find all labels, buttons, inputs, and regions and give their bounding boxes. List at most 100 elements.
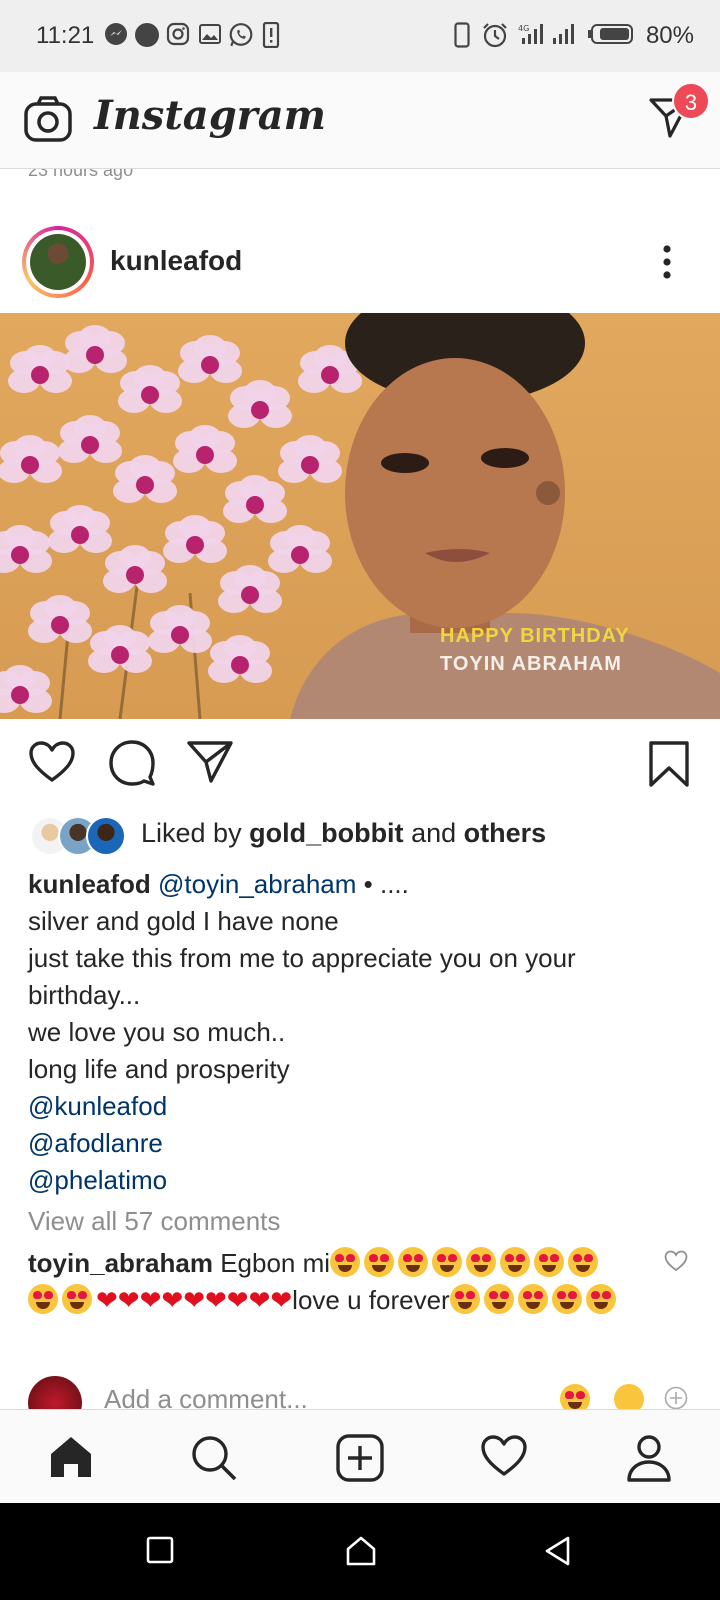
- orchid-flower: [63, 325, 127, 373]
- search-icon[interactable]: [190, 1434, 238, 1482]
- caption-tag[interactable]: @phelatimo: [28, 1162, 688, 1199]
- heart-eyes-emoji: [517, 1284, 548, 1314]
- comment-username[interactable]: toyin_abraham: [28, 1248, 213, 1278]
- add-emoji-icon[interactable]: [664, 1386, 688, 1410]
- add-comment-input[interactable]: Add a comment...: [104, 1384, 308, 1410]
- caption-line: birthday...: [28, 980, 141, 1010]
- heart-eyes-emoji: [28, 1284, 58, 1314]
- direct-message-badge: 3: [672, 82, 710, 120]
- heart-outline-icon[interactable]: [28, 740, 76, 784]
- red-heart-emoji: ❤: [270, 1286, 293, 1316]
- caption-line: long life and prosperity: [28, 1054, 290, 1084]
- orchid-flower: [0, 665, 52, 713]
- heart-eyes-emoji: [568, 1247, 599, 1277]
- status-time: 11:21: [36, 22, 95, 49]
- red-heart-emoji: ❤: [248, 1286, 271, 1316]
- battery-icon: [588, 24, 633, 44]
- share-icon[interactable]: [186, 740, 234, 784]
- recents-icon[interactable]: [146, 1536, 174, 1564]
- orchid-flower: [163, 515, 227, 563]
- heart-eyes-emoji: [398, 1247, 429, 1277]
- system-navigation-bar: [0, 1503, 720, 1600]
- heart-eyes-emoji: [449, 1284, 480, 1314]
- red-heart-emoji: ❤: [139, 1286, 162, 1316]
- activity-icon[interactable]: [480, 1434, 528, 1478]
- orchid-flower: [173, 425, 237, 473]
- caption-line: just take this from me to appreciate you…: [28, 943, 576, 973]
- top-app-bar: Instagram 3: [0, 72, 720, 169]
- likes-others[interactable]: others: [464, 818, 547, 848]
- smile-emoji-icon[interactable]: [614, 1384, 644, 1410]
- avatar-frame: [26, 230, 90, 294]
- post-image[interactable]: HAPPY BIRTHDAY TOYIN ABRAHAM: [0, 313, 720, 719]
- home-icon[interactable]: [48, 1434, 94, 1480]
- liker-avatar: [86, 816, 126, 856]
- post-caption: kunleafod @toyin_abraham • .... silver a…: [28, 866, 688, 1199]
- red-heart-emoji: ❤: [117, 1286, 140, 1316]
- app-logo: Instagram: [94, 92, 326, 139]
- orchid-flower: [8, 345, 72, 393]
- heart-eyes-emoji: [585, 1284, 616, 1314]
- comment-like-icon[interactable]: [664, 1250, 688, 1272]
- caption-username[interactable]: kunleafod: [28, 869, 151, 899]
- bookmark-icon[interactable]: [648, 740, 690, 788]
- caption-tail: • ....: [363, 869, 409, 899]
- poster-username[interactable]: kunleafod: [110, 245, 242, 277]
- profile-icon[interactable]: [626, 1434, 672, 1482]
- messenger-icon: [105, 23, 127, 45]
- image-caption-line2: TOYIN ABRAHAM: [440, 653, 622, 675]
- back-icon[interactable]: [544, 1536, 572, 1566]
- orchid-flower: [178, 335, 242, 383]
- camera-icon[interactable]: [24, 96, 72, 142]
- orchid-flower: [58, 415, 122, 463]
- image-caption-line1: HAPPY BIRTHDAY: [440, 625, 630, 647]
- heart-eyes-emoji: [466, 1247, 497, 1277]
- svg-text:4G: 4G: [518, 24, 529, 33]
- comment-icon[interactable]: [108, 740, 156, 786]
- home-icon[interactable]: [346, 1536, 376, 1566]
- heart-eyes-emoji: [534, 1247, 565, 1277]
- heart-eyes-emoji-group: [449, 1284, 620, 1315]
- poster-avatar[interactable]: [22, 226, 94, 298]
- liked-by-text[interactable]: Liked by gold_bobbit and others: [141, 818, 546, 849]
- dot-icon: [135, 23, 159, 47]
- red-heart-emoji: ❤: [183, 1286, 205, 1316]
- orchid-flower: [148, 605, 212, 653]
- status-bar: 11:21 4G 80%: [0, 0, 720, 72]
- orchid-flower: [118, 365, 182, 413]
- liker-username[interactable]: gold_bobbit: [249, 818, 403, 848]
- view-all-comments-link[interactable]: View all 57 comments: [28, 1206, 280, 1237]
- caption-line: silver and gold I have none: [28, 906, 339, 936]
- caption-line: we love you so much..: [28, 1017, 286, 1047]
- heart-eyes-emoji: [500, 1247, 531, 1277]
- orchid-flower: [28, 595, 92, 643]
- bottom-navigation: [0, 1409, 720, 1504]
- my-avatar: [28, 1376, 82, 1410]
- red-heart-emoji: ❤: [226, 1286, 249, 1316]
- add-comment-row[interactable]: Add a comment...: [0, 1370, 720, 1410]
- signal-icon: [553, 24, 574, 44]
- orchid-flower: [0, 435, 62, 483]
- heart-eyes-emoji: [364, 1247, 395, 1277]
- whatsapp-icon: [229, 23, 253, 47]
- comment-text-mid: love u forever: [292, 1285, 450, 1315]
- comment-text-start: Egbon mi: [220, 1248, 331, 1278]
- caption-mention[interactable]: @toyin_abraham: [158, 869, 356, 899]
- orchid-flower: [113, 455, 177, 503]
- signal-icon: 4G: [518, 24, 543, 44]
- top-comment: toyin_abraham Egbon mi ❤❤❤❤❤❤❤❤❤love u fo…: [28, 1245, 628, 1319]
- orchid-flower: [0, 525, 52, 573]
- heart-eyes-emoji: [483, 1284, 514, 1314]
- new-post-icon[interactable]: [336, 1434, 384, 1482]
- alert-icon: [262, 22, 280, 48]
- laughing-emoji-icon[interactable]: [560, 1384, 590, 1410]
- liker-avatars[interactable]: [30, 816, 130, 856]
- more-vertical-icon[interactable]: [662, 244, 672, 280]
- red-heart-emoji: ❤: [204, 1286, 227, 1316]
- heart-eyes-emoji: [330, 1247, 361, 1277]
- avatar-image: [30, 234, 86, 290]
- caption-tag[interactable]: @afodlanre: [28, 1125, 688, 1162]
- caption-tag[interactable]: @kunleafod: [28, 1088, 688, 1125]
- alarm-icon: [483, 23, 507, 48]
- heart-eyes-emoji: [62, 1284, 92, 1314]
